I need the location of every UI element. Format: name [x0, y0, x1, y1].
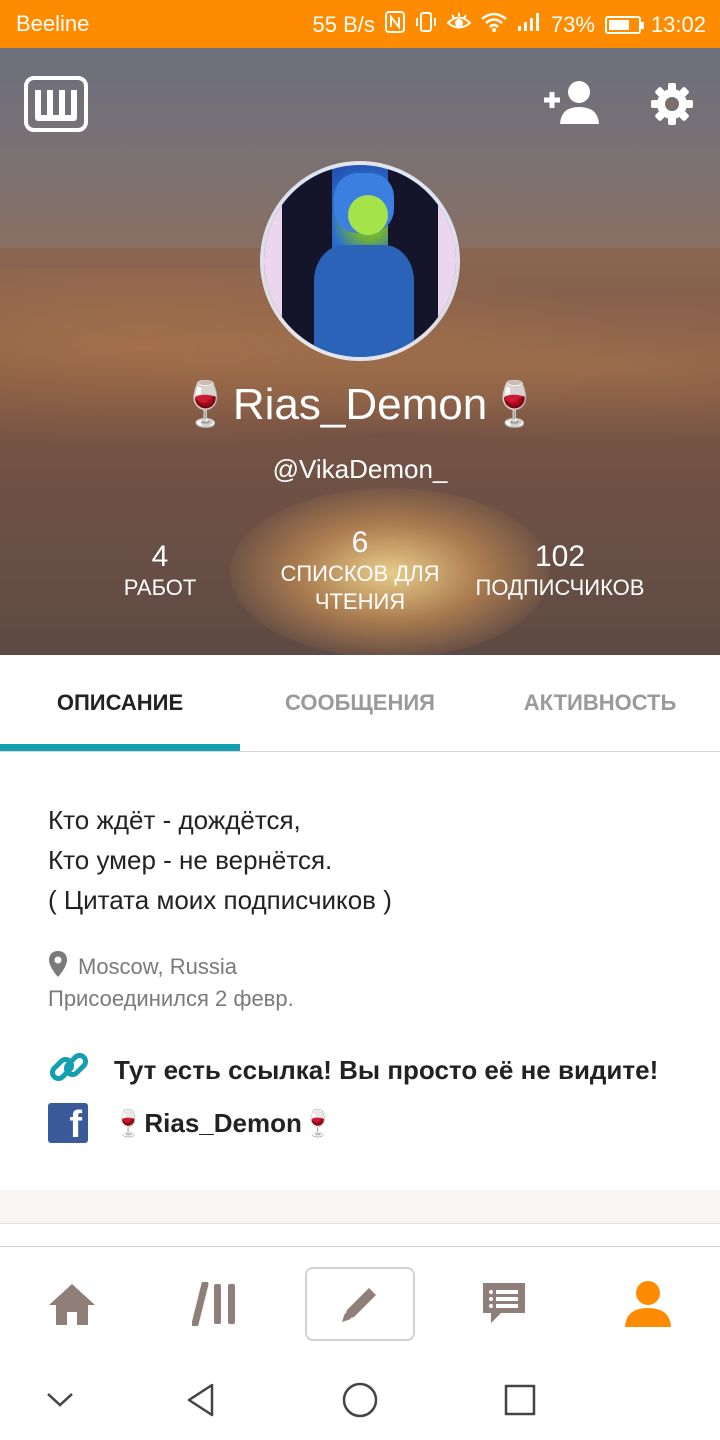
tab-activity[interactable]: АКТИВНОСТЬ	[480, 655, 720, 751]
facebook-name[interactable]: 🍷Rias_Demon🍷	[112, 1108, 334, 1139]
home-icon	[49, 1284, 95, 1325]
location-text: Moscow, Russia	[78, 954, 237, 979]
nfc-icon	[384, 11, 405, 39]
location-row: Moscow, Russia	[48, 950, 237, 984]
battery-percent: 73%	[550, 12, 595, 37]
description-line: ( Цитата моих подписчиков )	[48, 885, 392, 915]
vibrate-icon	[415, 11, 437, 39]
battery-icon	[604, 16, 644, 34]
signal-icon	[517, 12, 541, 38]
wifi-icon	[481, 12, 507, 38]
nav-profile-button[interactable]	[593, 1267, 703, 1341]
works-count: 4	[151, 540, 169, 573]
followers-count: 102	[534, 540, 586, 573]
status-bar: Beeline 55 B/s 73% 13:02	[0, 0, 720, 48]
content-divider	[0, 1190, 720, 1224]
avatar-bg-left	[264, 165, 282, 357]
avatar-body	[314, 245, 414, 357]
avatar[interactable]	[260, 161, 460, 361]
lists-label: СПИСКОВ ДЛЯ ЧТЕНИЯ	[280, 561, 440, 614]
network-speed: 55 B/s	[312, 12, 375, 37]
stat-reading-lists[interactable]: 6 СПИСКОВ ДЛЯ ЧТЕНИЯ	[270, 526, 450, 616]
stat-followers[interactable]: 102 ПОДПИСЧИКОВ	[460, 540, 660, 602]
wattpad-logo-icon[interactable]	[24, 76, 88, 132]
facebook-row[interactable]: f 🍷Rias_Demon🍷	[48, 1103, 334, 1143]
location-pin-icon	[48, 950, 68, 984]
joined-date: Присоединился 2 февр.	[48, 986, 294, 1011]
avatar-bg-right	[438, 165, 456, 357]
eye-icon	[446, 12, 472, 38]
gear-icon[interactable]	[650, 82, 694, 126]
profile-tabs: ОПИСАНИЕ СООБЩЕНИЯ АКТИВНОСТЬ	[0, 655, 720, 752]
display-name: 🍷Rias_Demon🍷	[178, 380, 542, 429]
collapse-chevron-icon[interactable]	[38, 1378, 82, 1422]
description-line: Кто умер - не вернётся.	[48, 845, 333, 875]
nav-write-button[interactable]	[305, 1267, 415, 1341]
nav-library-button[interactable]	[162, 1267, 272, 1341]
messages-icon	[483, 1283, 525, 1323]
facebook-icon: f	[48, 1103, 88, 1143]
library-icon	[192, 1282, 235, 1326]
website-link-row[interactable]: Тут есть ссылка! Вы просто её не видите!	[48, 1046, 658, 1095]
write-icon	[342, 1288, 376, 1322]
back-icon[interactable]	[178, 1378, 222, 1422]
home-circle-icon[interactable]	[338, 1378, 382, 1422]
status-indicators: 55 B/s 73% 13:02	[313, 11, 706, 39]
avatar-rose	[348, 195, 388, 235]
bottom-navigation	[0, 1246, 720, 1358]
nav-messages-button[interactable]	[449, 1267, 559, 1341]
nav-home-button[interactable]	[17, 1267, 127, 1341]
stat-works[interactable]: 4 РАБОТ	[100, 540, 220, 602]
link-text[interactable]: Тут есть ссылка! Вы просто её не видите!	[114, 1055, 658, 1086]
lists-count: 6	[351, 526, 369, 559]
profile-icon	[625, 1281, 671, 1327]
followers-label: ПОДПИСЧИКОВ	[475, 575, 645, 600]
add-user-icon[interactable]	[544, 78, 602, 128]
profile-description: Кто ждёт - дождётся, Кто умер - не вернё…	[48, 800, 688, 920]
works-label: РАБОТ	[123, 575, 197, 600]
clock: 13:02	[650, 12, 706, 37]
profile-header: 🍷Rias_Demon🍷 @VikaDemon_ 4 РАБОТ 6 СПИСК…	[0, 48, 720, 655]
recent-apps-icon[interactable]	[498, 1378, 542, 1422]
system-navigation	[0, 1358, 720, 1440]
tab-messages[interactable]: СООБЩЕНИЯ	[240, 655, 480, 751]
battery-fill	[608, 20, 630, 30]
username: @VikaDemon_	[272, 454, 448, 484]
description-line: Кто ждёт - дождётся,	[48, 805, 301, 835]
link-icon	[48, 1046, 90, 1095]
carrier-name: Beeline	[16, 11, 90, 36]
tab-description[interactable]: ОПИСАНИЕ	[0, 655, 240, 751]
